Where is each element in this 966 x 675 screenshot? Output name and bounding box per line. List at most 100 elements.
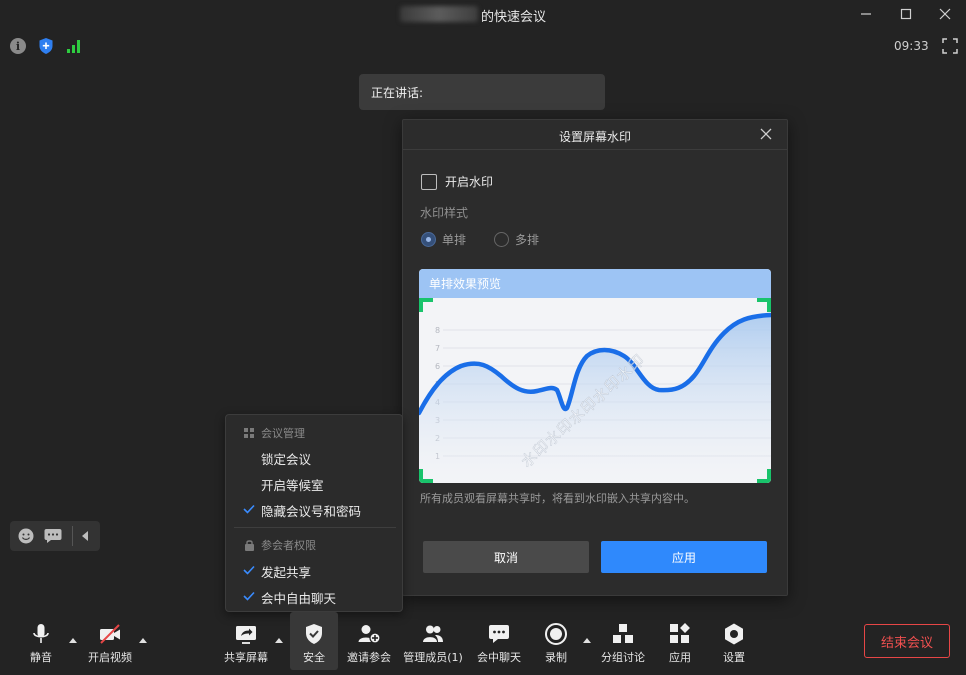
menu-item-label: 会中自由聊天 bbox=[261, 591, 337, 606]
collapse-left-icon[interactable] bbox=[81, 531, 89, 541]
reactions-divider bbox=[72, 526, 73, 546]
record-button[interactable]: 录制 bbox=[536, 612, 576, 670]
speaking-indicator: 正在讲话: bbox=[359, 74, 605, 110]
end-meeting-button[interactable]: 结束会议 bbox=[864, 624, 950, 658]
menu-item-waiting-room[interactable]: 开启等候室 bbox=[226, 471, 402, 495]
tick-8: 8 bbox=[435, 326, 440, 335]
menu-item-label: 锁定会议 bbox=[261, 452, 312, 467]
maximize-icon bbox=[900, 8, 912, 20]
mute-label: 静音 bbox=[30, 651, 52, 664]
style-option-multi[interactable]: 多排 bbox=[494, 231, 539, 248]
settings-gear-icon bbox=[725, 623, 743, 645]
menu-item-label: 隐藏会议号和密码 bbox=[261, 504, 362, 519]
comment-icon[interactable] bbox=[44, 528, 62, 544]
mute-options-caret[interactable] bbox=[69, 638, 77, 643]
record-label: 录制 bbox=[545, 651, 567, 664]
obscured-name bbox=[400, 6, 478, 22]
check-icon bbox=[243, 591, 255, 601]
radio-multi-label: 多排 bbox=[515, 233, 540, 247]
breakout-button[interactable]: 分组讨论 bbox=[598, 612, 648, 670]
menu-item-allow-share[interactable]: 发起共享 bbox=[226, 558, 402, 582]
breakout-label: 分组讨论 bbox=[601, 651, 645, 664]
watermark-style-label: 水印样式 bbox=[420, 206, 469, 220]
security-shield-check-icon bbox=[306, 624, 322, 644]
fullscreen-icon[interactable] bbox=[942, 38, 958, 54]
dialog-header: 设置屏幕水印 bbox=[403, 120, 787, 150]
cancel-button[interactable]: 取消 bbox=[423, 541, 589, 573]
share-screen-icon bbox=[236, 626, 256, 644]
apps-label: 应用 bbox=[669, 651, 691, 664]
menu-section-meeting-management: 会议管理 bbox=[244, 425, 305, 441]
members-icon bbox=[423, 625, 443, 642]
close-icon bbox=[939, 8, 951, 20]
menu-item-hide-id-password[interactable]: 隐藏会议号和密码 bbox=[226, 497, 402, 521]
mute-button[interactable]: 静音 bbox=[20, 612, 62, 670]
section-label: 会议管理 bbox=[261, 427, 305, 440]
share-screen-button[interactable]: 共享屏幕 bbox=[222, 612, 270, 670]
check-icon bbox=[243, 504, 255, 514]
status-row: i 09:33 bbox=[0, 36, 966, 56]
invite-label: 邀请参会 bbox=[347, 651, 391, 664]
speaking-label: 正在讲话: bbox=[371, 86, 424, 100]
enable-watermark-checkbox[interactable] bbox=[421, 173, 437, 190]
manage-members-label: 管理成员(1) bbox=[403, 651, 463, 664]
emoji-icon[interactable] bbox=[18, 528, 34, 544]
menu-item-lock-meeting[interactable]: 锁定会议 bbox=[226, 445, 402, 469]
share-options-caret[interactable] bbox=[275, 638, 283, 643]
chat-label: 会中聊天 bbox=[477, 651, 521, 664]
settings-button[interactable]: 设置 bbox=[714, 612, 754, 670]
start-video-label: 开启视频 bbox=[88, 651, 132, 664]
video-off-icon bbox=[100, 624, 120, 644]
microphone-icon bbox=[33, 624, 49, 643]
tick-7: 7 bbox=[435, 344, 440, 353]
video-options-caret[interactable] bbox=[139, 638, 147, 643]
info-icon[interactable]: i bbox=[10, 38, 26, 54]
radio-single[interactable] bbox=[421, 232, 436, 247]
section-label: 参会者权限 bbox=[261, 539, 316, 552]
maximize-button[interactable] bbox=[895, 4, 917, 24]
reactions-bar bbox=[10, 521, 100, 551]
tick-6: 6 bbox=[435, 362, 440, 371]
start-video-button[interactable]: 开启视频 bbox=[84, 612, 136, 670]
watermark-dialog: 设置屏幕水印 开启水印 水印样式 单排 多排 单排效果预览 8 7 6 水印水印… bbox=[402, 119, 788, 596]
minimize-icon bbox=[861, 13, 871, 15]
menu-item-label: 发起共享 bbox=[261, 565, 312, 580]
network-signal-icon[interactable] bbox=[66, 38, 82, 54]
security-shield-icon[interactable] bbox=[38, 37, 54, 55]
radio-multi[interactable] bbox=[494, 232, 509, 247]
apply-button[interactable]: 应用 bbox=[601, 541, 767, 573]
menu-item-label: 开启等候室 bbox=[261, 478, 324, 493]
style-option-single[interactable]: 单排 bbox=[421, 231, 466, 248]
apps-button[interactable]: 应用 bbox=[660, 612, 700, 670]
dialog-title: 设置屏幕水印 bbox=[558, 130, 631, 144]
record-options-caret[interactable] bbox=[583, 638, 591, 643]
apps-icon bbox=[670, 623, 690, 643]
close-window-button[interactable] bbox=[934, 4, 956, 24]
grid-icon bbox=[244, 427, 254, 438]
manage-members-button[interactable]: 管理成员(1) bbox=[402, 612, 464, 670]
lock-icon bbox=[245, 540, 254, 551]
menu-section-participant-permissions: 参会者权限 bbox=[244, 537, 316, 553]
title-bar: 的快速会议 bbox=[0, 0, 966, 30]
check-icon bbox=[243, 565, 255, 575]
preview-chart-image: 8 7 6 5 4 3 2 1 水印水印水印水印水印 bbox=[419, 298, 771, 483]
watermark-preview: 单排效果预览 8 7 6 水印水印水印水印水印 bbox=[419, 269, 771, 483]
security-button[interactable]: 安全 bbox=[290, 612, 338, 670]
enable-watermark-option[interactable]: 开启水印 bbox=[421, 173, 493, 190]
meeting-clock: 09:33 bbox=[894, 39, 929, 53]
minimize-button[interactable] bbox=[855, 4, 877, 24]
radio-single-label: 单排 bbox=[442, 233, 467, 247]
security-label: 安全 bbox=[303, 651, 325, 664]
invite-user-icon bbox=[358, 625, 381, 644]
record-icon bbox=[545, 623, 567, 645]
breakout-rooms-icon bbox=[613, 624, 633, 643]
share-screen-label: 共享屏幕 bbox=[224, 651, 268, 664]
chat-button[interactable]: 会中聊天 bbox=[474, 612, 524, 670]
dialog-close-icon[interactable] bbox=[759, 127, 773, 141]
menu-item-free-chat[interactable]: 会中自由聊天 bbox=[226, 584, 402, 608]
menu-divider bbox=[234, 527, 396, 528]
invite-button[interactable]: 邀请参会 bbox=[344, 612, 394, 670]
meeting-toolbar: 静音 开启视频 共享屏幕 安全 邀请参会 管理成员(1) 会中聊天 录制 分组讨… bbox=[0, 612, 966, 675]
enable-watermark-label: 开启水印 bbox=[445, 175, 494, 189]
security-menu: 会议管理 锁定会议 开启等候室 隐藏会议号和密码 参会者权限 发起共享 会中自由… bbox=[225, 414, 403, 612]
